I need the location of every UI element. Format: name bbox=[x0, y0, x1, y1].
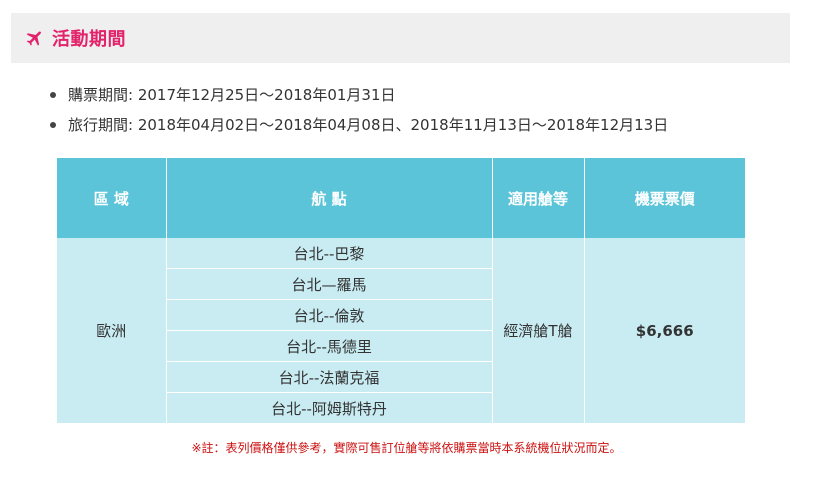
section-title: 活動期間 bbox=[52, 29, 126, 50]
cabin-cell: 經濟艙T艙 bbox=[492, 238, 585, 423]
airplane-icon bbox=[25, 28, 45, 48]
header-region: 區 域 bbox=[57, 158, 167, 238]
bullet bbox=[50, 122, 56, 128]
table-header-row: 區 域 航 點 適用艙等 機票票價 bbox=[57, 158, 745, 238]
route-cell: 台北--馬德里 bbox=[166, 330, 493, 362]
route-cell: 台北--法蘭克福 bbox=[166, 361, 493, 393]
header-price: 機票票價 bbox=[584, 158, 745, 238]
travel-period: 旅行期間: 2018年04月02日～2018年04月08日、2018年11月13… bbox=[68, 116, 669, 134]
list-item: 旅行期間: 2018年04月02日～2018年04月08日、2018年11月13… bbox=[48, 110, 668, 140]
route-cell: 台北—羅馬 bbox=[166, 268, 493, 300]
route-cell: 台北--阿姆斯特丹 bbox=[166, 392, 493, 423]
fare-table: 區 域 航 點 適用艙等 機票票價 歐洲 台北--巴黎 經濟艙T艙 $6,666… bbox=[57, 158, 745, 423]
table-row: 歐洲 台北--巴黎 經濟艙T艙 $6,666 bbox=[57, 238, 745, 423]
period-list: 購票期間: 2017年12月25日～2018年01月31日 旅行期間: 2018… bbox=[48, 80, 668, 140]
price-cell: $6,666 bbox=[584, 238, 745, 423]
region-cell: 歐洲 bbox=[57, 238, 167, 423]
header-cabin: 適用艙等 bbox=[492, 158, 585, 238]
bullet bbox=[50, 92, 56, 98]
list-item: 購票期間: 2017年12月25日～2018年01月31日 bbox=[48, 80, 668, 110]
route-cell: 台北--巴黎 bbox=[166, 238, 493, 269]
disclaimer-note: ※註：表列價格僅供參考，實際可售訂位艙等將依購票當時本系統機位狀況而定。 bbox=[191, 441, 622, 455]
section-header: 活動期間 bbox=[11, 13, 790, 63]
route-cell: 台北--倫敦 bbox=[166, 299, 493, 331]
purchase-period: 購票期間: 2017年12月25日～2018年01月31日 bbox=[68, 86, 396, 104]
header-route: 航 點 bbox=[166, 158, 493, 238]
